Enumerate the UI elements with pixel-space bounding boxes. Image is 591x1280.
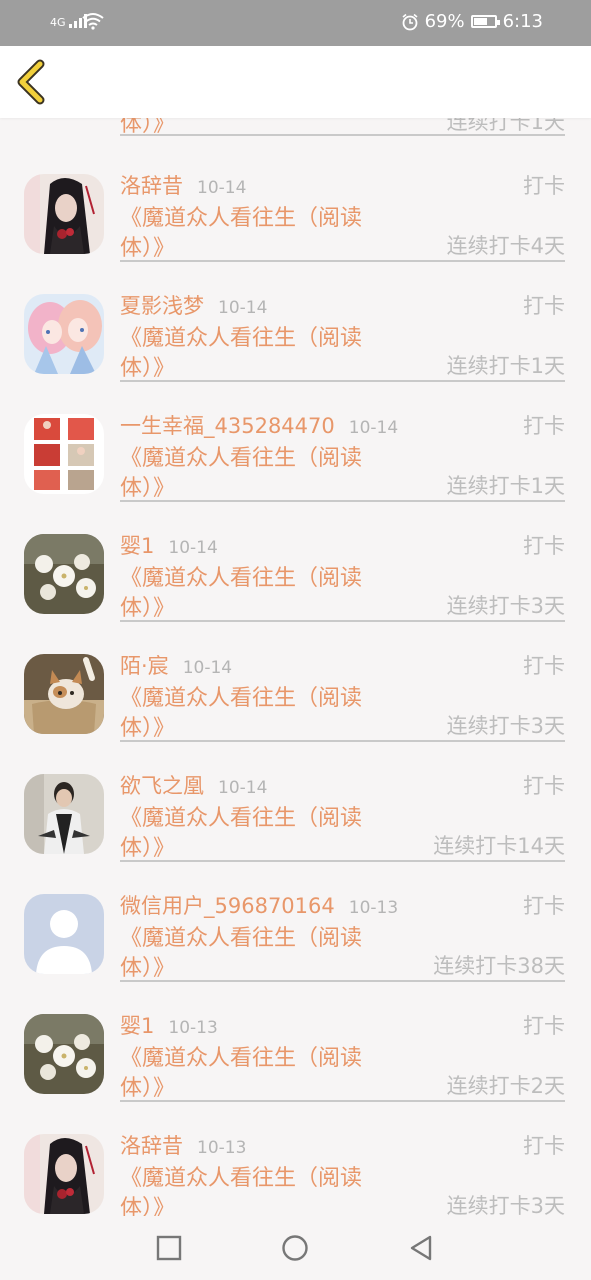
top-app-bar xyxy=(0,46,591,118)
default-user-avatar[interactable] xyxy=(24,894,104,974)
user-name[interactable]: 欲飞之凰 xyxy=(120,774,204,798)
back-arrow-icon[interactable] xyxy=(12,58,52,106)
checkin-date: 10-14 xyxy=(348,418,399,438)
user-name[interactable]: 洛辞昔 xyxy=(120,174,183,198)
recent-apps-square-icon[interactable] xyxy=(155,1234,183,1262)
checkin-list-item[interactable]: 一生幸福_435284470 10-14 打卡 《魔道众人看往生（阅读 体）》 连续打卡1… xyxy=(0,378,591,502)
back-triangle-icon[interactable] xyxy=(407,1234,435,1262)
checkin-label: 打卡 xyxy=(523,294,565,318)
checkin-date: 10-14 xyxy=(197,178,247,198)
wifi-icon xyxy=(82,13,104,30)
checkin-list-item[interactable]: 夏影浅梦 10-14 打卡 《魔道众人看往生（阅读 体）》 连续打卡1天 xyxy=(0,258,591,382)
book-title-line1[interactable]: 《魔道众人看往生（阅读 xyxy=(120,440,362,472)
clock: 6:13 xyxy=(502,11,543,32)
checkin-list-item[interactable]: 洛辞昔 10-13 打卡 《魔道众人看往生（阅读 体）》 连续打卡3天 xyxy=(0,1098,591,1222)
streak-count: 连续打卡14天 xyxy=(433,834,565,858)
checkin-date: 10-14 xyxy=(218,778,268,798)
anime-boy-avatar[interactable] xyxy=(24,174,104,254)
network-type: 4G xyxy=(50,16,66,29)
checkin-date: 10-14 xyxy=(182,658,233,678)
checkin-label: 打卡 xyxy=(523,774,565,798)
streak-count: 连续打卡2天 xyxy=(446,1074,565,1098)
anime-boy-avatar[interactable] xyxy=(24,1134,104,1214)
checkin-list-item[interactable]: 微信用户_596870164 10-13 打卡 《魔道众人看往生（阅读 体）》 连续打卡3… xyxy=(0,858,591,982)
book-title-line1[interactable]: 《魔道众人看往生（阅读 xyxy=(120,560,362,592)
checkin-list-item[interactable]: 洛辞昔 10-14 打卡 《魔道众人看往生（阅读 体）》 连续打卡4天 xyxy=(0,138,591,262)
photo-grid-avatar[interactable] xyxy=(24,414,104,494)
streak-count: 连续打卡4天 xyxy=(446,234,565,258)
checkin-label: 打卡 xyxy=(523,654,565,678)
checkin-label: 打卡 xyxy=(523,894,565,918)
divider xyxy=(120,134,565,136)
book-title-line1[interactable]: 《魔道众人看往生（阅读 xyxy=(120,200,362,232)
user-name[interactable]: 微信用户_596870164 xyxy=(120,894,335,918)
checkin-date: 10-14 xyxy=(168,538,218,558)
user-name[interactable]: 洛辞昔 xyxy=(120,1134,183,1158)
checkin-label: 打卡 xyxy=(523,1134,565,1158)
checkin-date: 10-13 xyxy=(197,1138,247,1158)
checkin-label: 打卡 xyxy=(523,1014,565,1038)
checkin-label: 打卡 xyxy=(523,414,565,438)
streak-count: 连续打卡3天 xyxy=(446,714,565,738)
streak-count: 连续打卡3天 xyxy=(446,594,565,618)
book-title-line1[interactable]: 《魔道众人看往生（阅读 xyxy=(120,800,362,832)
checkin-label: 打卡 xyxy=(523,534,565,558)
user-name[interactable]: 一生幸福_435284470 xyxy=(120,414,335,438)
checkin-date: 10-13 xyxy=(168,1018,218,1038)
streak-count: 连续打卡1天 xyxy=(446,474,565,498)
user-name[interactable]: 陌·宸 xyxy=(120,654,169,678)
anime-girls-avatar[interactable] xyxy=(24,294,104,374)
checkin-list-item[interactable]: 婴1 10-13 打卡 《魔道众人看往生（阅读 体）》 连续打卡2天 xyxy=(0,978,591,1102)
kitten-avatar[interactable] xyxy=(24,654,104,734)
book-title-line1[interactable]: 《魔道众人看往生（阅读 xyxy=(120,920,362,952)
checkin-list-item[interactable]: 欲飞之凰 10-14 打卡 《魔道众人看往生（阅读 体）》 连续打卡14天 xyxy=(0,738,591,862)
book-title-line1[interactable]: 《魔道众人看往生（阅读 xyxy=(120,680,362,712)
streak-count: 连续打卡1天 xyxy=(446,354,565,378)
checkin-list-item[interactable]: 陌·宸 10-14 打卡 《魔道众人看往生（阅读 体）》 连续打卡3天 xyxy=(0,618,591,742)
user-name[interactable]: 夏影浅梦 xyxy=(120,294,204,318)
blossom-avatar[interactable] xyxy=(24,1014,104,1094)
battery-icon xyxy=(470,15,500,28)
user-name[interactable]: 婴1 xyxy=(120,1014,154,1038)
status-bar: 4G 69% 6:13 xyxy=(0,0,591,46)
streak-count: 连续打卡38天 xyxy=(433,954,565,978)
book-title-line1[interactable]: 《魔道众人看往生（阅读 xyxy=(120,1160,362,1192)
battery-percent: 69% xyxy=(424,11,465,32)
man-photo-avatar[interactable] xyxy=(24,774,104,854)
book-title-line1[interactable]: 《魔道众人看往生（阅读 xyxy=(120,320,362,352)
system-navigation-bar xyxy=(0,1216,591,1280)
alarm-icon xyxy=(402,13,418,30)
book-title-line1[interactable]: 《魔道众人看往生（阅读 xyxy=(120,1040,362,1072)
checkin-date: 10-14 xyxy=(218,298,268,318)
checkin-list: 体）》 连续打卡1天 洛辞昔 10-14 打卡 《魔道众人看往生（阅读 体）》 连续打卡4… xyxy=(0,76,591,1222)
checkin-date: 10-13 xyxy=(348,898,399,918)
checkin-label: 打卡 xyxy=(523,174,565,198)
blossom-avatar[interactable] xyxy=(24,534,104,614)
user-name[interactable]: 婴1 xyxy=(120,534,154,558)
home-circle-icon[interactable] xyxy=(281,1234,309,1262)
checkin-list-item[interactable]: 婴1 10-14 打卡 《魔道众人看往生（阅读 体）》 连续打卡3天 xyxy=(0,498,591,622)
